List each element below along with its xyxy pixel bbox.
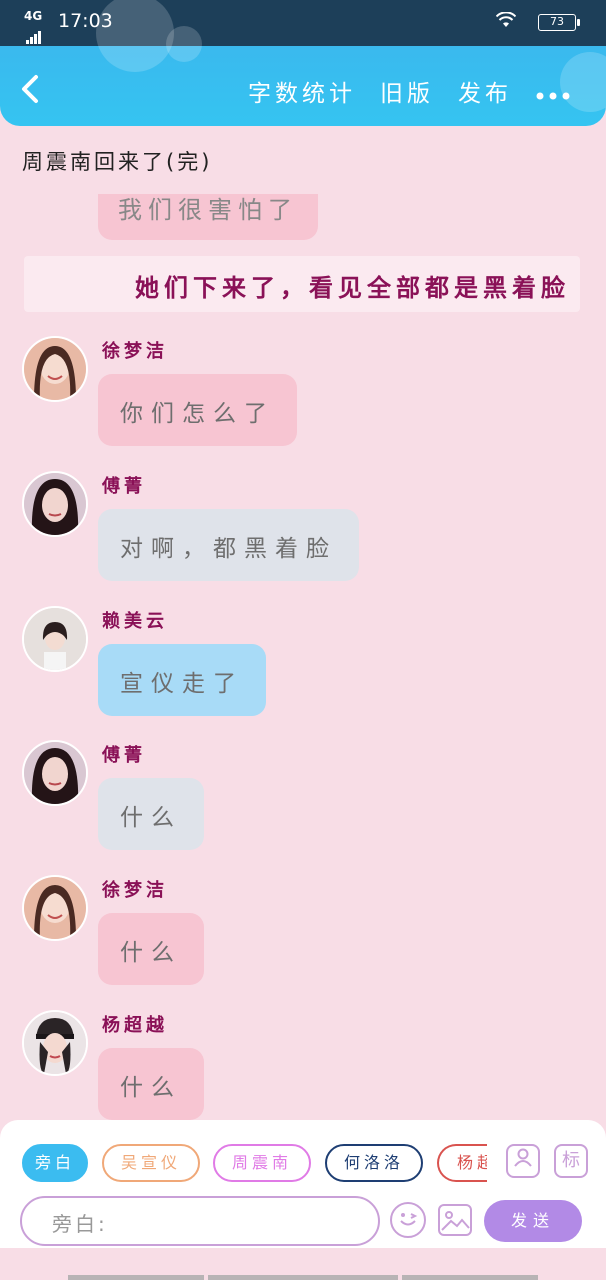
old-version-button[interactable]: 旧版	[380, 74, 434, 108]
avatar[interactable]	[22, 471, 88, 537]
input-panel: 旁白 吴宣仪 周震南 何洛洛 杨超越 标 旁白: 发送	[0, 1120, 606, 1248]
smiley-icon[interactable]	[390, 1202, 426, 1238]
message-bubble-partial[interactable]: 我们很害怕了	[98, 194, 318, 240]
message-bubble[interactable]: 对啊，都黑着脸	[98, 509, 359, 581]
bottom-strip	[0, 1248, 606, 1280]
message-bubble[interactable]: 宣仪走了	[98, 644, 266, 716]
speaker-name: 徐梦洁	[102, 880, 168, 901]
message-bubble[interactable]: 你们怎么了	[98, 374, 297, 446]
top-bar: 4G 17:03 73 字数统计 旧版 发布	[0, 0, 606, 126]
speaker-name: 傅菁	[102, 476, 146, 497]
wifi-icon	[495, 11, 517, 33]
message-input[interactable]: 旁白:	[20, 1196, 380, 1246]
story-title[interactable]: 周震南回来了(完)	[22, 146, 212, 176]
avatar[interactable]	[22, 875, 88, 941]
chat-area[interactable]: 我们很害怕了 她们下来了，看见全部都是黑着脸 徐梦洁 你们怎么了 傅菁 对啊，都…	[0, 194, 606, 1120]
send-button[interactable]: 发送	[484, 1200, 582, 1242]
signal-icon	[26, 22, 42, 44]
chat-message: 徐梦洁 什么	[0, 875, 606, 1009]
header-actions: 字数统计 旧版 发布	[248, 74, 570, 108]
avatar[interactable]	[22, 740, 88, 806]
speaker-name: 傅菁	[102, 745, 146, 766]
message-bubble[interactable]: 什么	[98, 913, 204, 985]
more-dots-icon[interactable]	[536, 81, 570, 101]
network-label: 4G	[24, 9, 43, 23]
speaker-name: 赖美云	[102, 611, 168, 632]
message-bubble[interactable]: 什么	[98, 778, 204, 850]
message-bubble[interactable]: 什么	[98, 1048, 204, 1120]
character-chip[interactable]: 何洛洛	[325, 1144, 423, 1182]
back-button[interactable]	[20, 74, 40, 110]
avatar[interactable]	[22, 1010, 88, 1076]
character-chip-narrator[interactable]: 旁白	[22, 1144, 88, 1182]
person-icon[interactable]	[506, 1144, 540, 1178]
speaker-name: 徐梦洁	[102, 341, 168, 362]
publish-button[interactable]: 发布	[458, 74, 512, 108]
character-chip[interactable]: 周震南	[213, 1144, 311, 1182]
word-count-button[interactable]: 字数统计	[248, 74, 356, 108]
status-bar: 4G 17:03 73	[24, 8, 582, 44]
image-icon[interactable]	[438, 1204, 472, 1236]
chat-message: 徐梦洁 你们怎么了	[0, 336, 606, 470]
character-chip[interactable]: 吴宣仪	[102, 1144, 200, 1182]
chevron-left-icon	[22, 75, 38, 103]
avatar[interactable]	[22, 336, 88, 402]
chat-message: 杨超越 什么	[0, 1010, 606, 1120]
character-chip[interactable]: 杨超越	[437, 1144, 487, 1182]
chat-message: 傅菁 对啊，都黑着脸	[0, 471, 606, 605]
story-title-row: 周震南回来了(完)	[0, 126, 606, 194]
clock: 17:03	[58, 10, 113, 32]
chat-message: 赖美云 宣仪走了	[0, 606, 606, 740]
avatar[interactable]	[22, 606, 88, 672]
speaker-name: 杨超越	[102, 1015, 168, 1036]
tag-button[interactable]: 标	[554, 1144, 588, 1178]
narration-line[interactable]: 她们下来了，看见全部都是黑着脸	[24, 256, 580, 312]
battery-icon: 73	[538, 14, 580, 31]
chat-message: 傅菁 什么	[0, 740, 606, 874]
